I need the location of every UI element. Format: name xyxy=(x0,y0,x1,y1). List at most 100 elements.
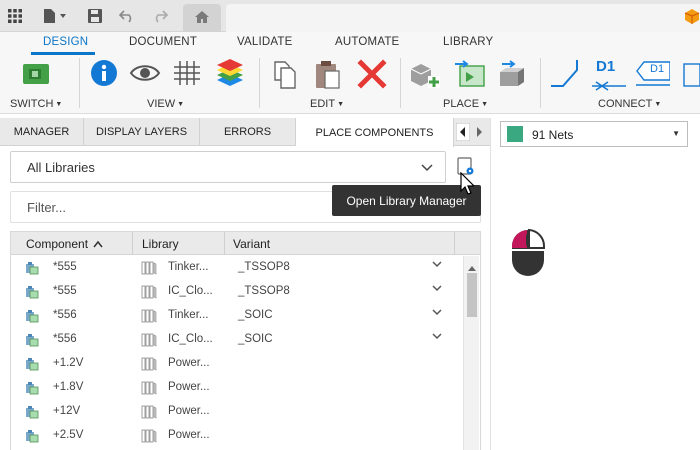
tab-display-layers[interactable]: DISPLAY LAYERS xyxy=(84,118,200,146)
component-icon xyxy=(25,261,39,275)
net-label-tag-text: D1 xyxy=(650,63,665,75)
scroll-up-icon[interactable] xyxy=(468,260,476,274)
place-schematic-icon[interactable] xyxy=(452,58,486,92)
mouse-cursor-icon xyxy=(460,171,476,199)
switch-group-text: SWITCH xyxy=(10,98,54,110)
mouse-left-click-icon xyxy=(508,226,548,285)
place-group-label[interactable]: PLACE ▼ xyxy=(443,98,488,110)
bus-icon[interactable] xyxy=(680,58,700,92)
component-name: *555 xyxy=(53,285,77,297)
net-label-icon[interactable]: D1 xyxy=(636,58,671,92)
chevron-down-icon[interactable] xyxy=(432,332,442,343)
delete-icon[interactable] xyxy=(355,58,389,92)
place-component-icon[interactable] xyxy=(408,58,442,92)
tab-design[interactable]: DESIGN xyxy=(43,36,88,48)
view-group-label[interactable]: VIEW ▼ xyxy=(147,98,184,110)
net-color-swatch xyxy=(507,126,523,142)
library-icon xyxy=(141,381,157,395)
header-component[interactable]: Component xyxy=(11,232,133,255)
paste-icon[interactable] xyxy=(311,58,345,92)
component-icon xyxy=(25,357,39,371)
table-row[interactable]: +1.2V Power... xyxy=(11,352,463,376)
nets-select-value: 91 Nets xyxy=(532,128,574,142)
tab-validate[interactable]: VALIDATE xyxy=(237,36,293,48)
sort-ascending-icon xyxy=(93,237,103,251)
layers-icon[interactable] xyxy=(213,58,247,92)
table-row[interactable]: *555 IC_Clo... _TSSOP8 xyxy=(11,280,463,304)
info-icon[interactable] xyxy=(87,58,121,92)
grid-icon[interactable] xyxy=(171,58,205,92)
tab-library[interactable]: LIBRARY xyxy=(443,36,493,48)
component-icon xyxy=(25,333,39,347)
component-icon xyxy=(25,381,39,395)
chevron-down-icon: ▼ xyxy=(672,129,680,138)
tab-document[interactable]: DOCUMENT xyxy=(129,36,197,48)
redo-icon[interactable] xyxy=(150,6,170,26)
connect-group-text: CONNECT xyxy=(598,98,653,110)
header-variant-label: Variant xyxy=(233,236,271,251)
active-tab-indicator xyxy=(31,52,95,55)
library-name: Power... xyxy=(168,357,210,369)
table-row[interactable]: +1.8V Power... xyxy=(11,376,463,400)
eye-icon[interactable] xyxy=(128,58,162,92)
chevron-down-icon[interactable] xyxy=(432,284,442,295)
switch-board-icon[interactable] xyxy=(19,58,53,92)
table-row[interactable]: *556 IC_Clo... _SOIC xyxy=(11,328,463,352)
place-package-icon[interactable] xyxy=(496,58,530,92)
net-label-text: D1 xyxy=(596,58,616,75)
library-select[interactable]: All Libraries xyxy=(10,151,446,183)
scroll-right-icon[interactable] xyxy=(472,123,486,144)
chevron-down-icon xyxy=(421,162,433,176)
library-name: Power... xyxy=(168,429,210,441)
table-row[interactable]: +12V Power... xyxy=(11,400,463,424)
chevron-down-icon[interactable] xyxy=(432,308,442,319)
library-icon xyxy=(141,261,157,275)
component-name: +1.8V xyxy=(53,381,84,393)
chevron-down-icon: ▼ xyxy=(337,101,344,108)
title-bar xyxy=(0,0,700,32)
table-row[interactable]: *555 Tinker... _TSSOP8 xyxy=(11,256,463,280)
component-icon xyxy=(25,285,39,299)
switch-group-label[interactable]: SWITCH ▼ xyxy=(10,98,62,110)
tab-errors[interactable]: ERRORS xyxy=(200,118,296,146)
edit-group-label[interactable]: EDIT ▼ xyxy=(310,98,344,110)
scrollbar-thumb[interactable] xyxy=(467,273,477,317)
save-icon[interactable] xyxy=(85,6,105,26)
undo-icon[interactable] xyxy=(117,6,137,26)
home-icon xyxy=(194,10,210,27)
component-name: *556 xyxy=(53,333,77,345)
copy-icon[interactable] xyxy=(269,58,303,92)
scroll-left-icon[interactable] xyxy=(455,122,471,144)
table-row[interactable]: +2.5V Power... xyxy=(11,424,463,448)
library-icon xyxy=(141,429,157,443)
table-scrollbar[interactable] xyxy=(463,256,479,450)
table-row[interactable]: *556 Tinker... _SOIC xyxy=(11,304,463,328)
tooltip: Open Library Manager xyxy=(332,185,481,216)
variant-name: _TSSOP8 xyxy=(238,285,290,297)
tab-place-components[interactable]: PLACE COMPONENTS xyxy=(296,118,454,147)
file-menu-icon[interactable] xyxy=(40,6,70,26)
cube-icon[interactable] xyxy=(684,8,700,27)
name-net-icon[interactable]: D1 xyxy=(592,58,626,92)
header-variant[interactable]: Variant xyxy=(225,232,455,255)
variant-name: _TSSOP8 xyxy=(238,261,290,273)
library-name: IC_Clo... xyxy=(168,333,213,345)
library-name: Power... xyxy=(168,405,210,417)
components-table: Component Library Variant *555 Tinker... _… xyxy=(10,231,481,450)
tab-manager[interactable]: MANAGER xyxy=(0,118,84,146)
ribbon-toolbar: DESIGN DOCUMENT VALIDATE AUTOMATE LIBRAR… xyxy=(0,32,700,114)
component-name: *555 xyxy=(53,261,77,273)
connect-group-label[interactable]: CONNECT ▼ xyxy=(598,98,661,110)
component-name: +2.5V xyxy=(53,429,84,441)
chevron-down-icon[interactable] xyxy=(432,260,442,271)
header-library[interactable]: Library xyxy=(133,232,225,255)
separator xyxy=(540,58,541,108)
net-wire-icon[interactable] xyxy=(548,58,582,92)
tab-automate[interactable]: AUTOMATE xyxy=(335,36,399,48)
home-tab[interactable] xyxy=(183,4,221,32)
library-name: Power... xyxy=(168,381,210,393)
grid-menu-icon[interactable] xyxy=(5,6,25,26)
nets-select[interactable]: 91 Nets ▼ xyxy=(500,121,688,147)
component-icon xyxy=(25,429,39,443)
component-icon xyxy=(25,309,39,323)
